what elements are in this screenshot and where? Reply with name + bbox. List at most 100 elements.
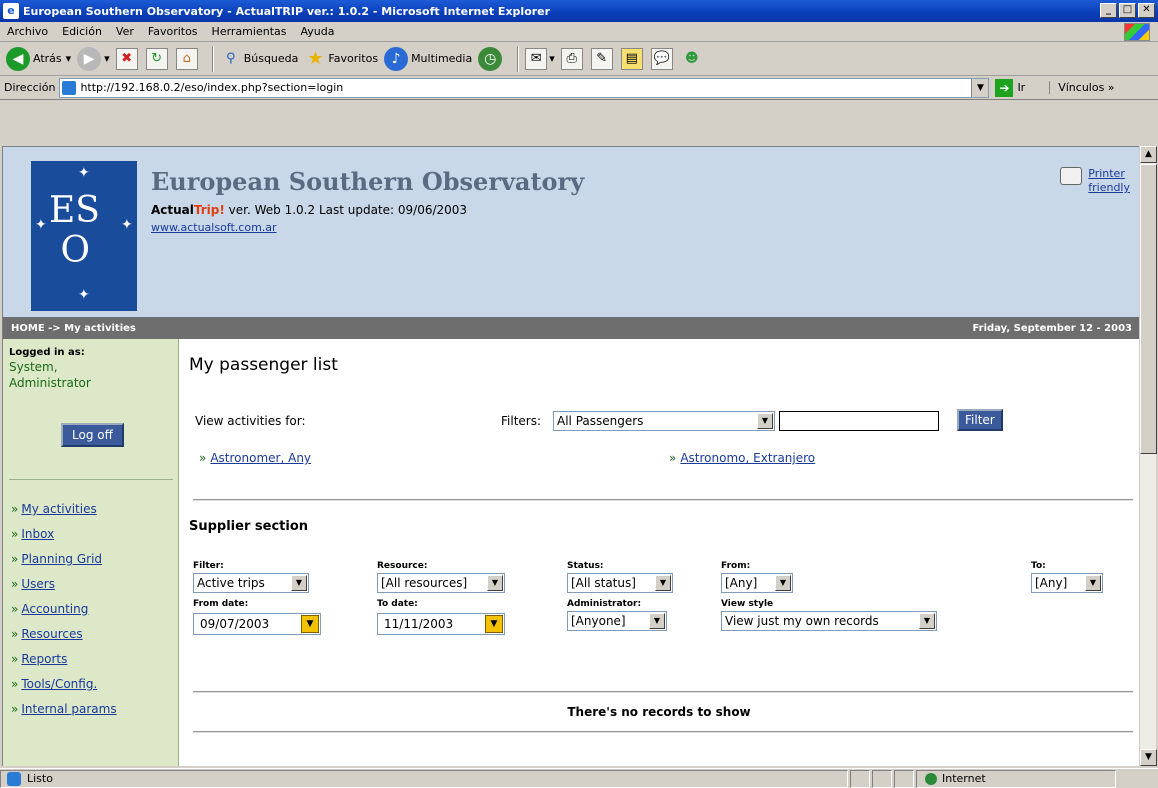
stop-button[interactable]: ✖ [115,47,140,70]
scroll-up-button[interactable]: ▲ [1140,146,1157,163]
chevron-down-icon[interactable]: ▼ [757,413,773,429]
menu-herramientas[interactable]: Herramientas [205,25,294,38]
zone-label: Internet [942,772,986,785]
sidebar-item-tools-config[interactable]: » Tools/Config. [11,672,117,697]
logged-in-user: System, Administrator [9,359,91,391]
refresh-icon: ↻ [145,47,168,70]
sidebar-item-label[interactable]: My activities [21,502,96,516]
go-label: Ir [1017,81,1026,94]
passenger-link[interactable]: » Astronomo, Extranjero [669,451,815,465]
edit-button[interactable]: ✎ [590,47,615,70]
to-select[interactable]: [Any] ▼ [1031,573,1103,593]
maximize-button[interactable]: □ [1119,3,1136,18]
chevron-down-icon[interactable]: ▼ [971,78,989,97]
minimize-button[interactable]: _ [1100,3,1117,18]
media-button[interactable]: ♪ Multimedia [384,46,472,71]
section-divider [193,731,1133,733]
back-label: Atrás [33,52,62,65]
status-label: Status: [567,561,604,571]
vertical-scrollbar[interactable]: ▲ ▼ [1139,146,1157,766]
view-style-select[interactable]: View just my own records ▼ [721,611,937,631]
from-date-value: 09/07/2003 [200,617,270,631]
back-button[interactable]: ◀ Atrás ▾ [6,46,71,71]
discuss-button[interactable]: ▤ [620,47,645,70]
print-button[interactable]: ⎙ [560,47,585,70]
calendar-icon[interactable]: ▼ [485,615,503,633]
home-button[interactable]: ⌂ [175,47,200,70]
administrator-select[interactable]: [Anyone] ▼ [567,611,667,631]
chevron-down-icon[interactable]: ▼ [655,575,671,591]
sidebar-item-label[interactable]: Resources [21,627,82,641]
menu-ver[interactable]: Ver [109,25,141,38]
printer-label-1: Printer [1088,167,1125,180]
filter-text-input[interactable] [779,411,939,431]
chevron-down-icon[interactable]: ▼ [775,575,791,591]
trip-filter-select[interactable]: Active trips ▼ [193,573,309,593]
to-date-input[interactable]: 11/11/2003 ▼ [377,613,505,635]
chevron-down-icon[interactable]: ▼ [1085,575,1101,591]
sidebar-item-reports[interactable]: » Reports [11,647,117,672]
sidebar-item-resources[interactable]: » Resources [11,622,117,647]
sidebar-item-users[interactable]: » Users [11,572,117,597]
sidebar-item-accounting[interactable]: » Accounting [11,597,117,622]
calendar-icon[interactable]: ▼ [301,615,319,633]
sidebar-item-my-activities[interactable]: » My activities [11,497,117,522]
no-records-message: There's no records to show [567,705,751,719]
mail-button[interactable]: ✉ ▾ [525,47,555,70]
sidebar-item-label[interactable]: Users [21,577,55,591]
sidebar-item-planning-grid[interactable]: » Planning Grid [11,547,117,572]
go-arrow-icon: ➔ [995,78,1014,97]
breadcrumb-bar: HOME -> My activities Friday, September … [3,317,1139,339]
sidebar-item-label[interactable]: Tools/Config. [21,677,97,691]
window-titlebar: e European Southern Observatory - Actual… [0,0,1158,22]
menu-favoritos[interactable]: Favoritos [141,25,205,38]
breadcrumb: HOME -> My activities [11,322,136,334]
from-select[interactable]: [Any] ▼ [721,573,793,593]
resource-select[interactable]: [All resources] ▼ [377,573,505,593]
go-button[interactable]: ➔ Ir [995,78,1026,97]
filter-label: Filter: [193,561,224,571]
sidebar-item-label[interactable]: Inbox [21,527,54,541]
section-divider [193,691,1133,693]
chevron-down-icon[interactable]: ▼ [919,613,935,629]
page-viewport: ✦ ✦ ✦ ✦ ES O European Southern Observato… [2,146,1139,766]
favorites-button[interactable]: ★ Favoritos [304,48,378,70]
close-button[interactable]: ✕ [1138,3,1155,18]
chevron-down-icon[interactable]: ▼ [649,613,665,629]
sidebar-item-label[interactable]: Reports [21,652,67,666]
messenger-button[interactable]: ☻ [681,48,705,70]
sidebar-item-label[interactable]: Accounting [21,602,88,616]
sidebar-item-inbox[interactable]: » Inbox [11,522,117,547]
log-off-button[interactable]: Log off [61,423,124,447]
passenger-filter-select[interactable]: All Passengers ▼ [553,411,775,431]
history-button[interactable]: ◷ [478,46,505,71]
search-button[interactable]: ⚲ Búsqueda [220,48,298,70]
refresh-button[interactable]: ↻ [145,47,170,70]
scroll-thumb[interactable] [1140,164,1157,454]
passenger-name[interactable]: Astronomer, Any [210,451,311,465]
menu-ayuda[interactable]: Ayuda [293,25,341,38]
chevron-down-icon[interactable]: ▼ [291,575,307,591]
site-link[interactable]: www.actualsoft.com.ar [151,221,277,234]
passenger-link[interactable]: » Astronomer, Any [199,451,311,465]
sidebar-item-label[interactable]: Planning Grid [21,552,102,566]
to-label: To: [1031,561,1046,571]
passenger-name[interactable]: Astronomo, Extranjero [680,451,815,465]
status-select[interactable]: [All status] ▼ [567,573,673,593]
menu-archivo[interactable]: Archivo [0,25,55,38]
printer-friendly-link[interactable]: Printer friendly [1060,167,1130,195]
address-input[interactable]: http://192.168.0.2/eso/index.php?section… [59,77,990,98]
filter-button[interactable]: Filter [957,409,1003,431]
sidebar-item-internal-params[interactable]: » Internal params [11,697,117,722]
sidebar-nav: » My activities » Inbox » Planning Grid » Us… [11,497,117,722]
links-toolbar[interactable]: Vínculos » [1049,81,1115,94]
from-date-input[interactable]: 09/07/2003 ▼ [193,613,321,635]
resource-value: [All resources] [381,576,468,590]
scroll-down-button[interactable]: ▼ [1140,749,1157,766]
forward-button[interactable]: ▶ ▾ [77,46,110,71]
menu-edicion[interactable]: Edición [55,25,109,38]
chevron-down-icon[interactable]: ▼ [487,575,503,591]
status-cell [894,769,914,788]
research-button[interactable]: 💬 [650,47,675,70]
sidebar-item-label[interactable]: Internal params [21,702,116,716]
